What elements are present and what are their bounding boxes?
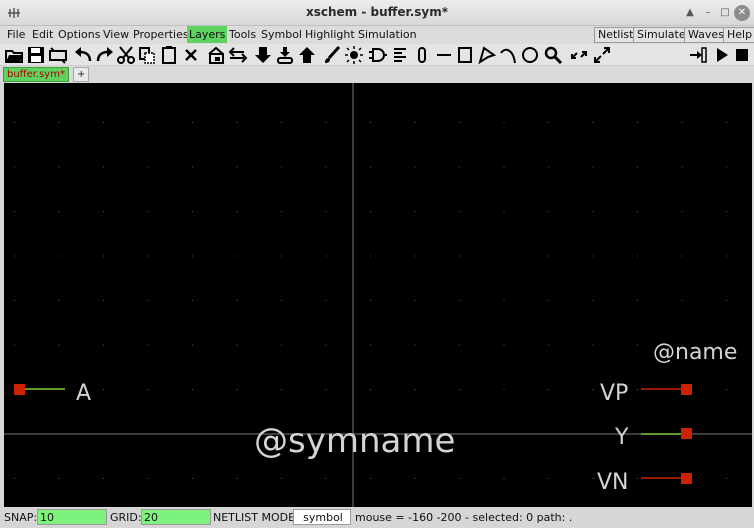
line-icon[interactable] xyxy=(434,45,454,65)
close-icon[interactable]: ✕ xyxy=(734,5,750,21)
pin-label-vp: VP xyxy=(600,381,629,406)
help-button[interactable]: Help xyxy=(723,27,754,43)
menu-properties[interactable]: Properties xyxy=(131,26,191,43)
add-tab-button[interactable]: + xyxy=(73,67,89,82)
tab-bar: buffer.sym* + xyxy=(0,66,754,83)
symname-attribute-label: @symname xyxy=(254,421,456,461)
menu-bar: File Edit Options View Properties Layers… xyxy=(0,26,754,44)
brush-icon[interactable] xyxy=(322,45,342,65)
simulate-button[interactable]: Simulate xyxy=(633,27,690,43)
netlist-mode-label: NETLIST MODE: xyxy=(213,511,299,524)
duplicate-icon[interactable] xyxy=(159,45,179,65)
pin-a-square xyxy=(14,384,25,395)
copy-icon[interactable] xyxy=(137,45,157,65)
pin-label-a: A xyxy=(76,381,92,406)
status-bar: SNAP: 10 GRID: 20 NETLIST MODE: symbol m… xyxy=(0,507,754,528)
pin-icon[interactable] xyxy=(412,45,432,65)
name-attribute-label: @name xyxy=(653,340,738,365)
schematic-canvas[interactable]: @name @symname A VP Y VN xyxy=(4,83,752,507)
play-icon[interactable] xyxy=(712,45,732,65)
pin-vp-square xyxy=(681,384,692,395)
minimize-icon[interactable]: – xyxy=(700,5,716,21)
menu-file[interactable]: File xyxy=(5,26,27,43)
mouse-status: mouse = -160 -200 - selected: 0 path: . xyxy=(355,511,573,524)
pin-vn-square xyxy=(681,473,692,484)
open-icon[interactable] xyxy=(4,45,24,65)
snap-field[interactable]: 10 xyxy=(37,509,107,525)
redo-icon[interactable] xyxy=(95,45,115,65)
netlist-button[interactable]: Netlist xyxy=(594,27,638,43)
delete-icon[interactable] xyxy=(181,45,201,65)
pin-y-square xyxy=(681,428,692,439)
go-up-icon[interactable] xyxy=(297,45,317,65)
window-title: xschem - buffer.sym* xyxy=(305,5,449,19)
xschem-window: xschem - buffer.sym* ▲ – □ ✕ File Edit O… xyxy=(0,0,754,528)
title-bar: xschem - buffer.sym* ▲ – □ ✕ xyxy=(0,0,754,26)
netlist-arrow-icon[interactable] xyxy=(688,45,708,65)
maximize-icon[interactable]: □ xyxy=(717,5,733,21)
stop-icon[interactable] xyxy=(732,45,752,65)
grid-label: GRID: xyxy=(110,511,142,524)
tab-buffer-sym[interactable]: buffer.sym* xyxy=(3,67,69,82)
arc-icon[interactable] xyxy=(498,45,518,65)
shade-icon[interactable]: ▲ xyxy=(682,5,698,21)
rect-icon[interactable] xyxy=(455,45,475,65)
netlist-mode-field[interactable]: symbol xyxy=(293,509,351,525)
polygon-icon[interactable] xyxy=(477,45,497,65)
snap-label: SNAP: xyxy=(4,511,38,524)
menu-highlight[interactable]: Highlight xyxy=(303,26,357,43)
insert-symbol-icon[interactable] xyxy=(206,45,226,65)
toolbar xyxy=(0,44,754,66)
circle-icon[interactable] xyxy=(520,45,540,65)
undo-icon[interactable] xyxy=(73,45,93,65)
swap-icon[interactable] xyxy=(228,45,248,65)
grid-field[interactable]: 20 xyxy=(141,509,211,525)
zoom-full-icon[interactable] xyxy=(592,45,612,65)
menu-layers[interactable]: Layers xyxy=(187,26,228,43)
menu-tools[interactable]: Tools xyxy=(227,26,258,43)
light-icon[interactable] xyxy=(344,45,364,65)
menu-symbol[interactable]: Symbol xyxy=(259,26,304,43)
descend-icon[interactable] xyxy=(275,45,295,65)
logic-gate-icon[interactable] xyxy=(368,45,388,65)
zoom-icon[interactable] xyxy=(543,45,563,65)
cut-icon[interactable] xyxy=(116,45,136,65)
pin-label-vn: VN xyxy=(597,470,629,495)
list-icon[interactable] xyxy=(390,45,410,65)
push-down-icon[interactable] xyxy=(253,45,273,65)
save-icon[interactable] xyxy=(26,45,46,65)
reload-icon[interactable] xyxy=(48,45,68,65)
menu-simulation[interactable]: Simulation xyxy=(356,26,419,43)
zoom-fit-icon[interactable] xyxy=(569,45,589,65)
menu-options[interactable]: Options xyxy=(56,26,102,43)
menu-edit[interactable]: Edit xyxy=(30,26,55,43)
pin-label-y: Y xyxy=(615,425,629,450)
waves-button[interactable]: Waves xyxy=(684,27,728,43)
menu-view[interactable]: View xyxy=(101,26,131,43)
